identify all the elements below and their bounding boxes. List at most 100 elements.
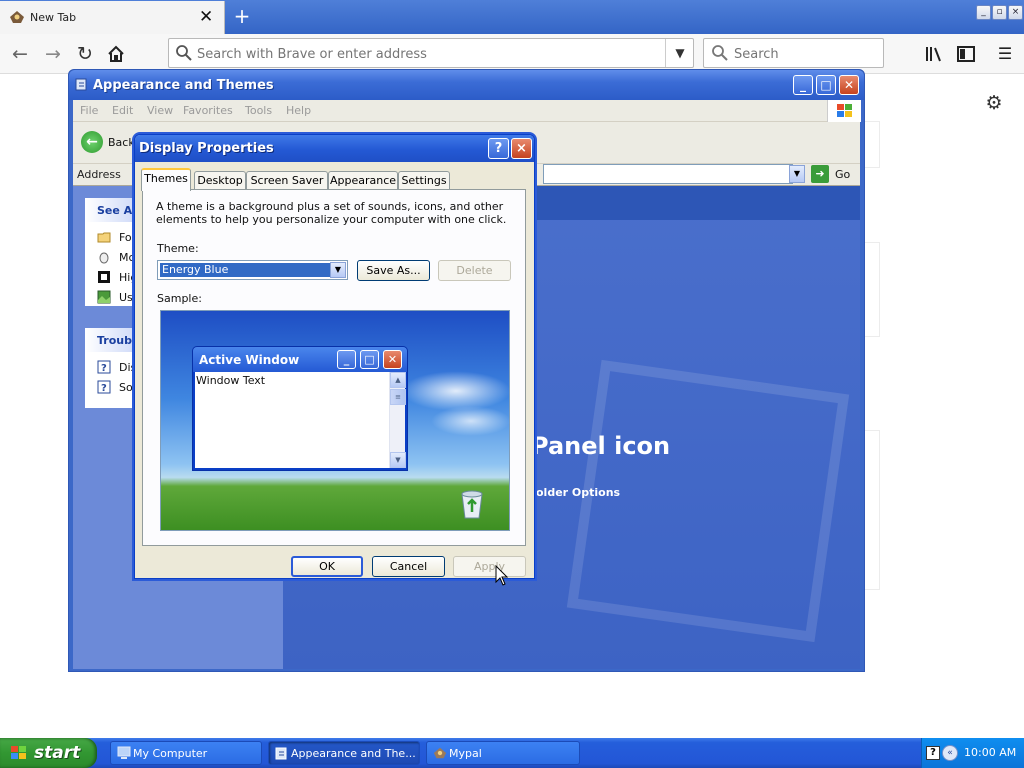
scroll-down-icon: ▼	[390, 452, 406, 468]
menu-file[interactable]: File	[80, 104, 98, 117]
new-tab-button[interactable]: +	[232, 5, 252, 27]
theme-label: Theme:	[157, 242, 199, 255]
hamburger-menu-icon[interactable]: ☰	[993, 42, 1017, 66]
watermark-check-graphic	[566, 359, 850, 643]
mouse-icon	[99, 252, 109, 264]
search-icon	[176, 45, 192, 61]
explorer-title-bar[interactable]: Appearance and Themes _ □ ✕	[69, 70, 864, 100]
explorer-minimize-button[interactable]: _	[793, 75, 813, 95]
tray-expand-chevron-icon[interactable]: «	[942, 745, 958, 761]
library-icon[interactable]	[922, 42, 946, 66]
taskbar-item-mypal[interactable]: Mypal	[426, 741, 580, 765]
dialog-tabs: Themes Desktop Screen Saver Appearance S…	[141, 168, 526, 191]
go-button[interactable]: ➜ Go	[811, 165, 855, 183]
themes-tab-pane: A theme is a background plus a set of so…	[142, 189, 526, 546]
go-arrow-icon: ➜	[811, 165, 829, 183]
sample-scrollbar: ▲ ≡ ▼	[389, 372, 406, 468]
page-card	[864, 121, 880, 168]
help-question-icon: ?	[97, 380, 111, 394]
sample-minimize-icon: _	[337, 350, 356, 369]
content-heading: Panel icon	[531, 432, 671, 460]
sample-window-title-bar: Active Window _ □ ✕	[193, 347, 407, 372]
dialog-title-bar[interactable]: Display Properties ? ×	[135, 135, 534, 162]
svg-text:?: ?	[101, 363, 107, 374]
url-input[interactable]	[197, 45, 657, 63]
address-dropdown-chevron-icon[interactable]: ▼	[789, 165, 805, 183]
browser-tab-strip: New Tab ✕ + _ ▫ ×	[0, 0, 1024, 34]
taskbar: start My Computer Appearance and The... …	[0, 738, 1024, 768]
windows-flag-icon	[827, 100, 861, 122]
forward-arrow-icon[interactable]: →	[41, 42, 65, 66]
sample-window-title: Active Window	[199, 353, 300, 367]
explorer-close-button[interactable]: ✕	[839, 75, 859, 95]
sidebar-icon[interactable]	[954, 42, 978, 66]
cancel-button[interactable]: Cancel	[372, 556, 445, 577]
gear-icon[interactable]: ⚙	[983, 92, 1005, 114]
tab-settings[interactable]: Settings	[398, 171, 450, 190]
back-button[interactable]: ← Back	[81, 130, 137, 156]
theme-select[interactable]: Energy Blue ▼	[157, 260, 348, 280]
sample-window-text: Window Text	[196, 374, 266, 387]
tab-screen-saver[interactable]: Screen Saver	[246, 171, 328, 190]
windows-flag-icon	[11, 746, 26, 759]
folder-icon	[97, 232, 111, 243]
sample-maximize-icon: □	[360, 350, 379, 369]
search-input[interactable]	[734, 45, 874, 63]
recycle-bin-icon	[461, 490, 483, 519]
go-label: Go	[835, 168, 851, 181]
address-label: Address	[77, 168, 121, 181]
menu-tools[interactable]: Tools	[245, 104, 272, 117]
search-icon	[712, 45, 728, 61]
dialog-title: Display Properties	[139, 141, 274, 156]
scroll-up-icon: ▲	[390, 372, 406, 388]
browser-tab[interactable]: New Tab ✕	[0, 1, 225, 34]
explorer-maximize-button[interactable]: □	[816, 75, 836, 95]
clock: 10:00 AM	[964, 746, 1017, 759]
tab-themes[interactable]: Themes	[141, 168, 191, 191]
back-arrow-icon: ←	[81, 131, 103, 153]
theme-description: A theme is a background plus a set of so…	[156, 200, 507, 226]
menu-help[interactable]: Help	[286, 104, 311, 117]
menu-edit[interactable]: Edit	[112, 104, 133, 117]
search-bar[interactable]	[703, 38, 884, 68]
url-dropdown-chevron-icon[interactable]: ▼	[665, 39, 694, 67]
tab-desktop[interactable]: Desktop	[194, 171, 246, 190]
desktop: New Tab ✕ + _ ▫ × ← → ↻ ▼ ☰	[0, 0, 1024, 768]
sample-cloud	[431, 406, 511, 436]
help-tray-icon[interactable]: ?	[926, 746, 940, 760]
browser-restore-button[interactable]: ▫	[992, 5, 1007, 20]
browser-minimize-button[interactable]: _	[976, 5, 991, 20]
help-question-icon: ?	[97, 360, 111, 374]
save-as-button[interactable]: Save As...	[357, 260, 430, 281]
back-arrow-icon[interactable]: ←	[8, 42, 32, 66]
tab-close-icon[interactable]: ✕	[199, 7, 213, 27]
taskbar-item-my-computer[interactable]: My Computer	[110, 741, 262, 765]
scroll-thumb: ≡	[390, 389, 406, 405]
browser-close-button[interactable]: ×	[1008, 5, 1023, 20]
svg-text:?: ?	[101, 383, 107, 394]
url-bar[interactable]: ▼	[168, 38, 694, 68]
ok-button[interactable]: OK	[291, 556, 363, 577]
sample-close-icon: ✕	[383, 350, 402, 369]
tab-appearance[interactable]: Appearance	[328, 171, 398, 190]
page-card	[864, 242, 880, 337]
chevron-down-icon[interactable]: ▼	[330, 262, 346, 278]
browser-nav-bar: ← → ↻ ▼ ☰	[0, 34, 1024, 74]
dialog-close-button[interactable]: ×	[511, 138, 532, 159]
theme-sample-preview: Active Window _ □ ✕ Window Text ▲ ≡ ▼	[160, 310, 511, 531]
home-icon[interactable]	[104, 42, 128, 66]
menu-view[interactable]: View	[147, 104, 173, 117]
help-button[interactable]: ?	[488, 138, 509, 159]
reload-icon[interactable]: ↻	[73, 42, 97, 66]
start-button[interactable]: start	[0, 738, 97, 768]
my-computer-icon	[117, 746, 131, 759]
folder-options-link[interactable]: older Options	[536, 486, 620, 499]
user-picture-icon	[97, 290, 111, 304]
page-card	[864, 430, 880, 590]
display-properties-dialog: Display Properties ? × Themes Desktop Sc…	[134, 134, 535, 579]
sample-label: Sample:	[157, 292, 202, 305]
menu-favorites[interactable]: Favorites	[183, 104, 233, 117]
taskbar-item-appearance-and-themes[interactable]: Appearance and The...	[268, 741, 420, 765]
address-field[interactable]	[543, 164, 793, 184]
tab-title: New Tab	[30, 11, 77, 24]
